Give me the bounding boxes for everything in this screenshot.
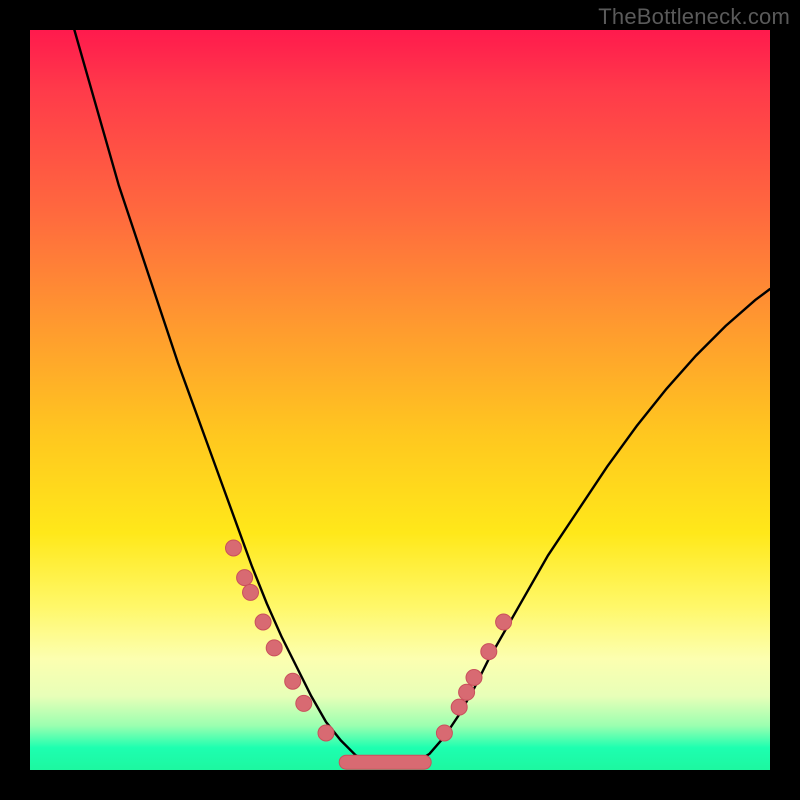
plot-area [30, 30, 770, 770]
data-point [285, 673, 301, 689]
data-point [481, 644, 497, 660]
chart-frame: TheBottleneck.com [0, 0, 800, 800]
data-point [296, 695, 312, 711]
data-markers [226, 540, 512, 741]
data-point [459, 684, 475, 700]
bottleneck-curve [74, 30, 770, 768]
watermark-text: TheBottleneck.com [598, 4, 790, 30]
data-point [237, 570, 253, 586]
data-point [436, 725, 452, 741]
data-point [466, 670, 482, 686]
data-point [255, 614, 271, 630]
data-point [496, 614, 512, 630]
data-point [318, 725, 334, 741]
bottom-band-pill [339, 755, 431, 769]
data-point [451, 699, 467, 715]
data-point [266, 640, 282, 656]
chart-svg [30, 30, 770, 770]
data-point [243, 584, 259, 600]
data-point [226, 540, 242, 556]
